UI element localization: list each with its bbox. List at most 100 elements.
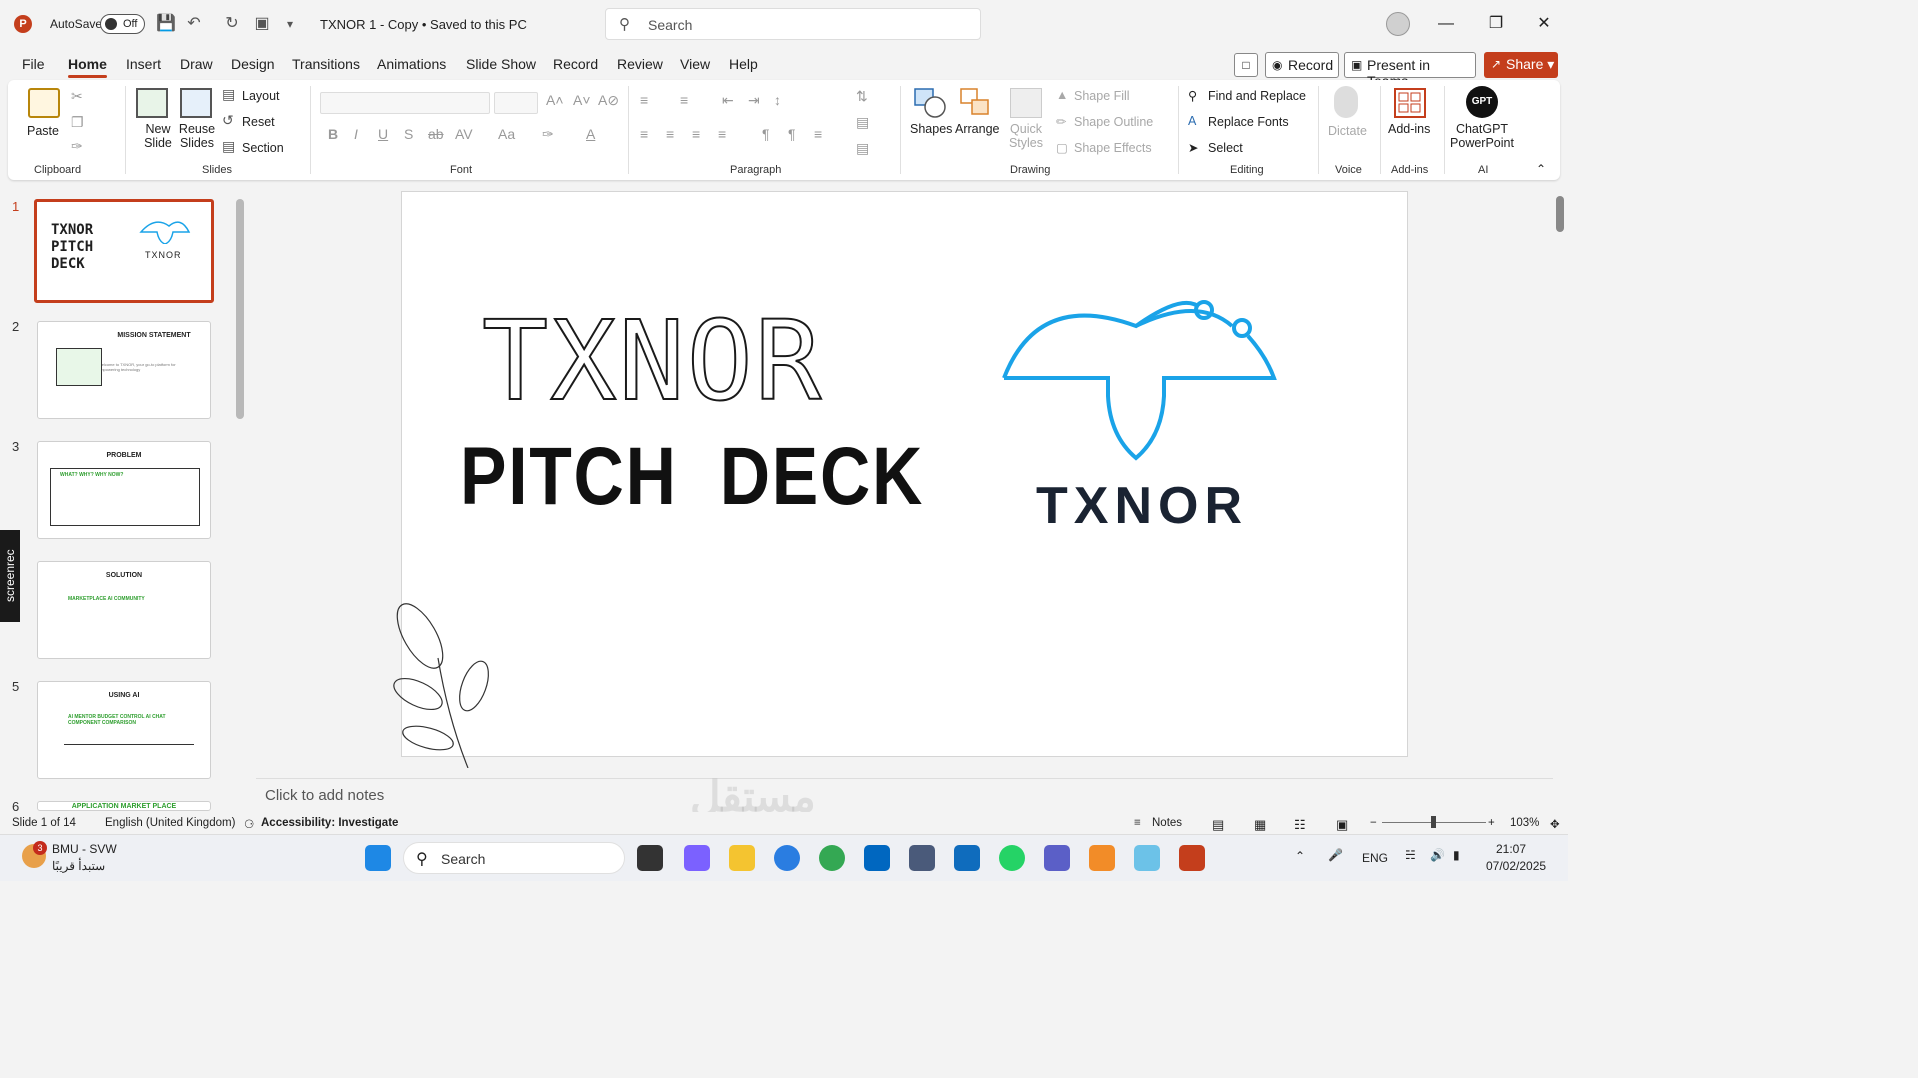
font-family-dropdown[interactable] xyxy=(320,92,490,114)
font-size-dropdown[interactable] xyxy=(494,92,538,114)
font-color-icon[interactable]: A xyxy=(586,126,595,142)
ltr-icon[interactable]: ¶ xyxy=(762,126,770,142)
slide-sorter-icon[interactable]: ▦ xyxy=(1254,817,1266,833)
tab-draw[interactable]: Draw xyxy=(180,56,213,72)
align-text-icon[interactable]: ▤ xyxy=(856,114,869,131)
save-icon[interactable]: 💾 xyxy=(156,14,176,34)
microphone-icon[interactable] xyxy=(1334,86,1358,118)
zoom-level[interactable]: 103% xyxy=(1510,817,1539,829)
tab-home[interactable]: Home xyxy=(68,56,107,78)
chevron-up-icon[interactable]: ⌃ xyxy=(1295,849,1305,863)
slide-thumbnail[interactable]: TXNOR PITCH DECK TXNOR xyxy=(34,199,214,303)
thumbnail-scrollbar[interactable] xyxy=(236,199,244,419)
pdf-icon[interactable] xyxy=(1089,845,1115,871)
bold-icon[interactable]: B xyxy=(328,126,338,142)
slide-title-outline[interactable]: TXNOR xyxy=(481,305,823,417)
editor-scrollbar[interactable] xyxy=(1556,196,1564,232)
present-from-start-icon[interactable]: ▣ xyxy=(252,14,272,34)
document-title[interactable]: TXNOR 1 - Copy • Saved to this PC xyxy=(320,17,527,32)
snipping-icon[interactable] xyxy=(1134,845,1160,871)
highlight-icon[interactable]: ✑ xyxy=(542,126,554,143)
slide-thumbnail[interactable]: MISSION STATEMENT Welcome to TXNOR, your… xyxy=(37,321,211,419)
task-view-icon[interactable] xyxy=(637,845,663,871)
section-button[interactable]: Section xyxy=(242,141,284,155)
copy-icon[interactable]: ❐ xyxy=(71,114,84,131)
share-button[interactable]: ↗ Share ▾ xyxy=(1484,52,1558,78)
slide-thumbnail[interactable]: APPLICATION MARKET PLACE xyxy=(37,801,211,811)
tab-animations[interactable]: Animations xyxy=(377,56,446,72)
language-status[interactable]: English (United Kingdom) xyxy=(105,817,235,829)
chatgpt-icon[interactable]: GPT xyxy=(1466,86,1498,118)
tab-record[interactable]: Record xyxy=(553,56,598,72)
arrange-icon[interactable] xyxy=(960,88,992,118)
wifi-icon[interactable]: ☵ xyxy=(1405,848,1416,862)
slide-canvas[interactable]: TXNOR PITCH DECK TXNOR xyxy=(393,191,1408,768)
restore-icon[interactable]: ❐ xyxy=(1484,12,1508,36)
notes-placeholder[interactable]: Click to add notes xyxy=(265,787,384,804)
present-in-teams-button[interactable]: ▣Present in Teams xyxy=(1344,52,1476,89)
tab-design[interactable]: Design xyxy=(231,56,275,72)
collapse-ribbon-icon[interactable]: ⌃ xyxy=(1536,162,1546,176)
autosave-toggle[interactable]: Off xyxy=(100,14,145,34)
reuse-slides-icon[interactable] xyxy=(180,88,212,118)
character-spacing-icon[interactable]: AV xyxy=(455,126,473,142)
search-box[interactable]: ⚲ Search xyxy=(605,8,981,40)
slide-thumbnail[interactable]: USING AI AI MENTOR BUDGET CONTROL AI CHA… xyxy=(37,681,211,779)
addins-label[interactable]: Add-ins xyxy=(1388,122,1430,136)
reading-view-icon[interactable]: ☷ xyxy=(1294,817,1306,833)
tab-view[interactable]: View xyxy=(680,56,710,72)
reuse-slides-label[interactable]: Reuse Slides xyxy=(178,122,216,150)
chatgpt-label[interactable]: ChatGPT PowerPoint xyxy=(1448,122,1516,150)
shape-outline-button[interactable]: Shape Outline xyxy=(1074,115,1153,129)
quick-styles-label[interactable]: Quick Styles xyxy=(1006,122,1046,150)
underline-icon[interactable]: U xyxy=(378,126,388,142)
increase-indent-icon[interactable]: ⇥ xyxy=(748,92,760,109)
record-button[interactable]: ◉ Record xyxy=(1265,52,1339,78)
fit-to-window-icon[interactable]: ✥ xyxy=(1550,817,1560,831)
columns-icon[interactable]: ≡ xyxy=(814,126,822,142)
minimize-icon[interactable]: — xyxy=(1434,12,1458,36)
copilot-icon[interactable] xyxy=(684,845,710,871)
align-center-icon[interactable]: ≡ xyxy=(666,126,674,142)
arrange-label[interactable]: Arrange xyxy=(955,122,999,136)
accessibility-status[interactable]: Accessibility: Investigate xyxy=(261,817,398,829)
store-icon[interactable] xyxy=(864,845,890,871)
paste-icon[interactable] xyxy=(28,88,60,118)
whatsapp-icon[interactable] xyxy=(999,845,1025,871)
text-direction-icon[interactable]: ⇅ xyxy=(856,88,868,105)
app-icon[interactable] xyxy=(909,845,935,871)
zoom-out-icon[interactable]: − xyxy=(1370,817,1377,829)
quick-styles-icon[interactable] xyxy=(1010,88,1042,118)
decrease-indent-icon[interactable]: ⇤ xyxy=(722,92,734,109)
smartart-icon[interactable]: ▤ xyxy=(856,140,869,157)
decrease-font-icon[interactable]: A˅ xyxy=(573,92,591,108)
bullets-icon[interactable]: ≡ xyxy=(640,92,648,108)
outlook-icon[interactable] xyxy=(954,845,980,871)
dictate-label[interactable]: Dictate xyxy=(1328,124,1367,138)
shapes-label[interactable]: Shapes xyxy=(910,122,952,136)
powerpoint-taskbar-icon[interactable] xyxy=(1179,845,1205,871)
customize-toolbar-icon[interactable]: ▾ xyxy=(280,14,300,34)
screenrec-tab[interactable]: screenrec xyxy=(0,530,20,622)
line-spacing-icon[interactable]: ↕ xyxy=(774,92,781,108)
slide-thumbnail[interactable]: PROBLEM WHAT? WHY? WHY NOW? xyxy=(37,441,211,539)
zoom-in-icon[interactable]: + xyxy=(1488,817,1495,829)
logo-text[interactable]: TXNOR xyxy=(1036,480,1248,532)
change-case-icon[interactable]: Aa xyxy=(498,126,515,142)
edge-icon[interactable] xyxy=(774,845,800,871)
align-left-icon[interactable]: ≡ xyxy=(640,126,648,142)
strikethrough-icon[interactable]: ab xyxy=(428,126,444,142)
file-explorer-icon[interactable] xyxy=(729,845,755,871)
chrome-icon[interactable] xyxy=(819,845,845,871)
slide-subtitle[interactable]: PITCH DECK xyxy=(460,436,924,518)
undo-icon[interactable]: ↶ xyxy=(184,14,204,34)
volume-icon[interactable]: 🔊 xyxy=(1430,848,1445,862)
shape-effects-button[interactable]: Shape Effects xyxy=(1074,141,1152,155)
rtl-icon[interactable]: ¶ xyxy=(788,126,796,142)
zoom-slider-thumb[interactable] xyxy=(1431,816,1436,828)
shadow-icon[interactable]: S xyxy=(404,126,413,142)
slide-thumbnail[interactable]: SOLUTION MARKETPLACE AI COMMUNITY xyxy=(37,561,211,659)
find-replace-button[interactable]: Find and Replace xyxy=(1208,89,1306,103)
tab-file[interactable]: File xyxy=(22,56,45,72)
shape-fill-button[interactable]: Shape Fill xyxy=(1074,89,1130,103)
